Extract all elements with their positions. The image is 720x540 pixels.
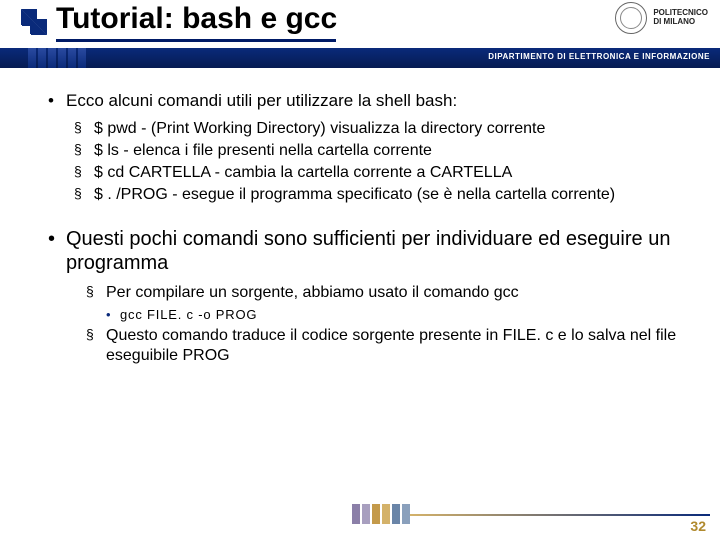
page-number: 32	[690, 518, 706, 534]
bullet-1a: $ pwd - (Print Working Directory) visual…	[74, 119, 688, 139]
logo-text: POLITECNICO DI MILANO	[653, 9, 708, 27]
bullet-2: Questi pochi comandi sono sufficienti pe…	[48, 227, 688, 275]
logo: POLITECNICO DI MILANO	[615, 2, 708, 34]
header: Tutorial: bash e gcc POLITECNICO DI MILA…	[0, 0, 720, 48]
bullet-2a: Per compilare un sorgente, abbiamo usato…	[86, 283, 688, 303]
bullet-1d: $ . /PROG - esegue il programma specific…	[74, 185, 688, 205]
bullet-2a1: gcc FILE. c -o PROG	[106, 307, 688, 322]
department-label: DIPARTIMENTO DI ELETTRONICA E INFORMAZIO…	[488, 52, 710, 61]
page-title: Tutorial: bash e gcc	[56, 2, 337, 36]
bullet-1: Ecco alcuni comandi utili per utilizzare…	[48, 90, 688, 111]
title-underline	[56, 39, 336, 42]
footer-line	[410, 514, 710, 516]
arrow-down-right-icon	[18, 6, 50, 43]
footer-stripes-icon	[352, 504, 412, 524]
logo-seal-icon	[615, 2, 647, 34]
bullet-2b: Questo comando traduce il codice sorgent…	[86, 326, 688, 366]
bullet-1c: $ cd CARTELLA - cambia la cartella corre…	[74, 163, 688, 183]
header-bar: DIPARTIMENTO DI ELETTRONICA E INFORMAZIO…	[0, 48, 720, 68]
content: Ecco alcuni comandi utili per utilizzare…	[48, 90, 688, 370]
bullet-1b: $ ls - elenca i file presenti nella cart…	[74, 141, 688, 161]
header-stripes-icon	[28, 48, 88, 68]
slide: Tutorial: bash e gcc POLITECNICO DI MILA…	[0, 0, 720, 540]
